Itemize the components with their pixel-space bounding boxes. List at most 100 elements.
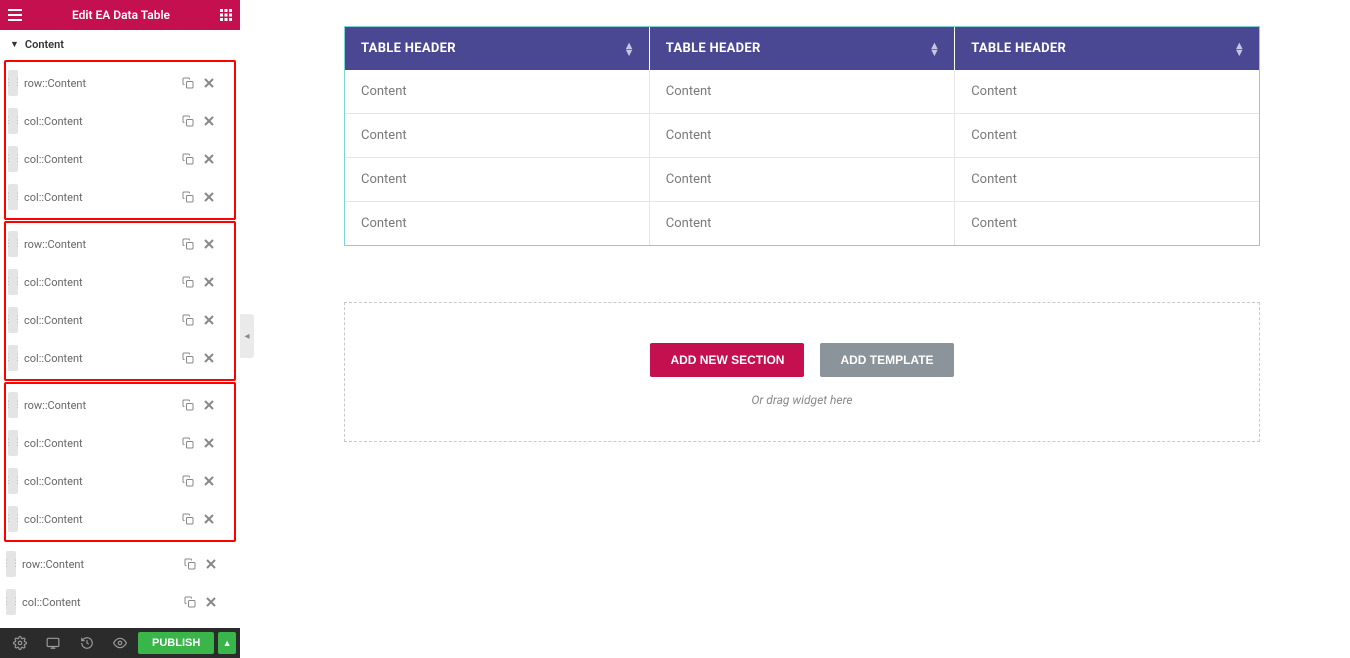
list-item[interactable]: ⋮⋮col::Content bbox=[8, 500, 232, 538]
list-item-label: col::Content bbox=[24, 475, 182, 488]
duplicate-icon[interactable] bbox=[182, 437, 204, 449]
sort-icon[interactable]: ▲▼ bbox=[624, 42, 635, 56]
item-group: ⋮⋮row::Content⋮⋮col::Content⋮⋮col::Conte… bbox=[4, 221, 236, 381]
drag-handle-icon[interactable]: ⋮⋮ bbox=[6, 551, 16, 577]
list-item[interactable]: ⋮⋮col::Content bbox=[8, 102, 232, 140]
add-new-section-button[interactable]: ADD NEW SECTION bbox=[650, 343, 804, 377]
responsive-icon[interactable] bbox=[38, 631, 70, 655]
table-cell: Content bbox=[649, 202, 954, 246]
add-template-button[interactable]: ADD TEMPLATE bbox=[820, 343, 953, 377]
list-item[interactable]: ⋮⋮ row::Content bbox=[8, 386, 232, 424]
table-cell: Content bbox=[345, 70, 649, 114]
list-item[interactable]: ⋮⋮ col::Content bbox=[8, 178, 232, 216]
list-item-label: col::Content bbox=[24, 352, 182, 365]
duplicate-icon[interactable] bbox=[182, 399, 204, 411]
drag-handle-icon[interactable]: ⋮⋮ bbox=[8, 430, 18, 456]
duplicate-icon[interactable] bbox=[182, 115, 204, 127]
drag-handle-icon[interactable]: ⋮⋮ bbox=[8, 506, 18, 532]
list-item[interactable]: ⋮⋮ col::Content bbox=[8, 424, 232, 462]
table-cell: Content bbox=[345, 114, 649, 158]
drag-handle-icon[interactable]: ⋮⋮ bbox=[8, 108, 18, 134]
table-cell: Content bbox=[649, 70, 954, 114]
duplicate-icon[interactable] bbox=[184, 558, 206, 570]
table-row: ContentContentContent bbox=[345, 158, 1259, 202]
table-row: ContentContentContent bbox=[345, 70, 1259, 114]
duplicate-icon[interactable] bbox=[182, 191, 204, 203]
list-item[interactable]: ⋮⋮ row::Content bbox=[6, 545, 234, 583]
remove-icon[interactable] bbox=[206, 597, 228, 607]
drag-handle-icon[interactable]: ⋮⋮ bbox=[8, 468, 18, 494]
table-cell: Content bbox=[649, 158, 954, 202]
list-item-label: col::Content bbox=[24, 191, 182, 204]
collapse-sidebar-tab[interactable]: ◂ bbox=[240, 314, 254, 358]
list-item[interactable]: ⋮⋮col::Content bbox=[8, 301, 232, 339]
remove-icon[interactable] bbox=[204, 315, 226, 325]
sidebar-header: Edit EA Data Table bbox=[0, 0, 240, 30]
table-cell: Content bbox=[345, 202, 649, 246]
caret-down-icon: ▼ bbox=[10, 39, 19, 50]
table-cell: Content bbox=[955, 202, 1259, 246]
list-item[interactable]: ⋮⋮ col::Content bbox=[8, 339, 232, 377]
drag-handle-icon[interactable]: ⋮⋮ bbox=[8, 345, 18, 371]
list-item-label: row::Content bbox=[22, 558, 184, 571]
apps-grid-icon[interactable] bbox=[220, 9, 232, 21]
remove-icon[interactable] bbox=[204, 192, 226, 202]
remove-icon[interactable] bbox=[204, 476, 226, 486]
table-header-cell[interactable]: TABLE HEADER▲▼ bbox=[345, 27, 649, 70]
list-item[interactable]: ⋮⋮ col::Content bbox=[8, 462, 232, 500]
sidebar: Edit EA Data Table ▼ Content ⋮⋮row::Cont… bbox=[0, 0, 240, 658]
sort-icon[interactable]: ▲▼ bbox=[1234, 42, 1245, 56]
publish-button[interactable]: PUBLISH bbox=[138, 632, 214, 654]
remove-icon[interactable] bbox=[204, 78, 226, 88]
list-item-label: col::Content bbox=[24, 437, 182, 450]
table-header-cell[interactable]: TABLE HEADER ▲▼ bbox=[649, 27, 954, 70]
duplicate-icon[interactable] bbox=[182, 314, 204, 326]
duplicate-icon[interactable] bbox=[182, 238, 204, 250]
drag-handle-icon[interactable]: ⋮⋮ bbox=[6, 589, 16, 615]
remove-icon[interactable] bbox=[204, 438, 226, 448]
remove-icon[interactable] bbox=[204, 277, 226, 287]
drag-handle-icon[interactable]: ⋮⋮ bbox=[8, 70, 18, 96]
publish-options-caret[interactable]: ▲ bbox=[218, 632, 236, 654]
duplicate-icon[interactable] bbox=[182, 513, 204, 525]
history-icon[interactable] bbox=[71, 631, 103, 655]
item-group: ⋮⋮row::Content⋮⋮col::Content⋮⋮col::Conte… bbox=[4, 382, 236, 542]
duplicate-icon[interactable] bbox=[182, 77, 204, 89]
drag-handle-icon[interactable]: ⋮⋮ bbox=[8, 184, 18, 210]
list-item[interactable]: ⋮⋮row::Content bbox=[8, 225, 232, 263]
section-toggle-content[interactable]: ▼ Content bbox=[0, 30, 240, 59]
remove-icon[interactable] bbox=[204, 353, 226, 363]
add-section-dropzone[interactable]: ADD NEW SECTION ADD TEMPLATE Or drag wid… bbox=[344, 302, 1260, 442]
list-item[interactable]: ⋮⋮col::Content bbox=[6, 583, 234, 621]
settings-icon[interactable] bbox=[4, 631, 36, 655]
list-item[interactable]: ⋮⋮row::Content bbox=[8, 64, 232, 102]
remove-icon[interactable] bbox=[206, 559, 228, 569]
remove-icon[interactable] bbox=[204, 514, 226, 524]
duplicate-icon[interactable] bbox=[182, 153, 204, 165]
drag-handle-icon[interactable]: ⋮⋮ bbox=[8, 231, 18, 257]
duplicate-icon[interactable] bbox=[182, 475, 204, 487]
item-group: ⋮⋮ row::Content⋮⋮col::Content bbox=[4, 543, 236, 623]
list-item-label: row::Content bbox=[24, 399, 182, 412]
table-header-cell[interactable]: TABLE HEADER▲▼ bbox=[955, 27, 1259, 70]
data-table-widget[interactable]: TABLE HEADER▲▼TABLE HEADER▲▼TABLE HEADER… bbox=[344, 26, 1260, 246]
sidebar-footer: PUBLISH ▲ bbox=[0, 628, 240, 658]
duplicate-icon[interactable] bbox=[182, 352, 204, 364]
drag-handle-icon[interactable]: ⋮⋮ bbox=[8, 392, 18, 418]
menu-icon[interactable] bbox=[8, 9, 22, 21]
duplicate-icon[interactable] bbox=[182, 276, 204, 288]
remove-icon[interactable] bbox=[204, 154, 226, 164]
drag-handle-icon[interactable]: ⋮⋮ bbox=[8, 307, 18, 333]
list-item[interactable]: ⋮⋮col::Content bbox=[8, 140, 232, 178]
table-cell: Content bbox=[345, 158, 649, 202]
remove-icon[interactable] bbox=[204, 400, 226, 410]
remove-icon[interactable] bbox=[204, 239, 226, 249]
list-item[interactable]: ⋮⋮col::Content bbox=[8, 263, 232, 301]
drag-handle-icon[interactable]: ⋮⋮ bbox=[8, 269, 18, 295]
preview-icon[interactable] bbox=[105, 631, 137, 655]
header-label: TABLE HEADER bbox=[666, 41, 761, 56]
sort-icon[interactable]: ▲▼ bbox=[929, 42, 940, 56]
drag-handle-icon[interactable]: ⋮⋮ bbox=[8, 146, 18, 172]
duplicate-icon[interactable] bbox=[184, 596, 206, 608]
remove-icon[interactable] bbox=[204, 116, 226, 126]
